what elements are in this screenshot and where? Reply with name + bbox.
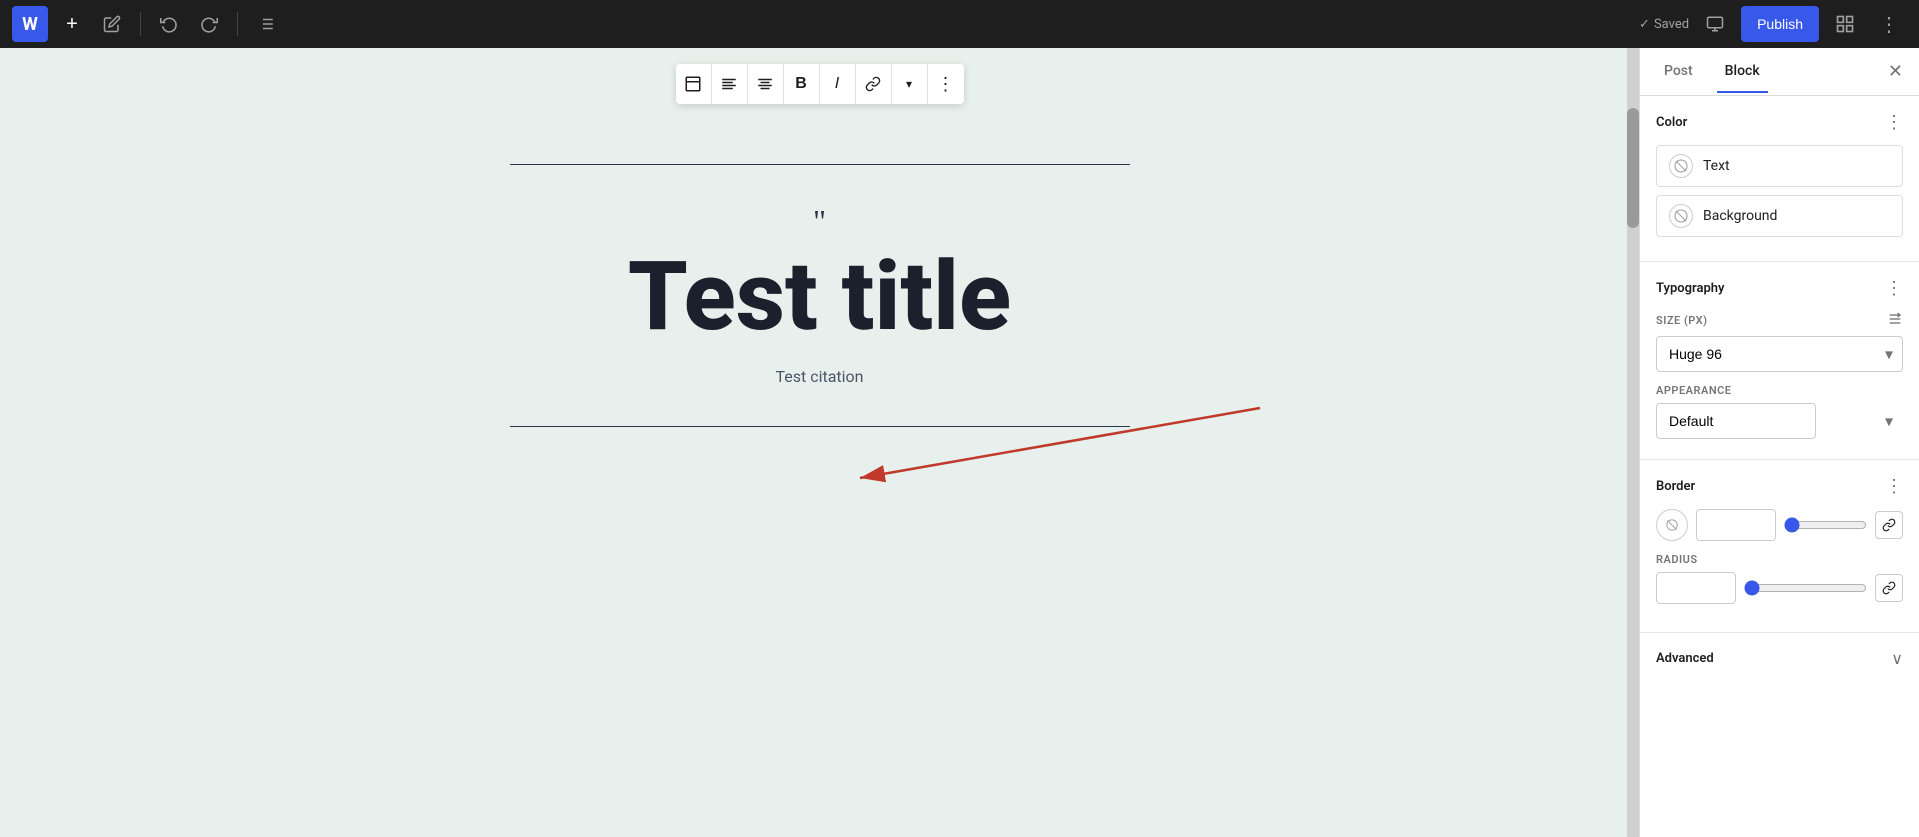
list-view-button[interactable] <box>250 8 282 40</box>
text-color-option[interactable]: Text <box>1656 145 1903 187</box>
color-section-title: Color <box>1656 115 1687 130</box>
view-button[interactable] <box>1697 6 1733 42</box>
publish-button[interactable]: Publish <box>1741 6 1819 42</box>
bold-button[interactable]: B <box>784 64 820 104</box>
sidebar: Post Block ✕ Color ⋮ Text Backg <box>1639 48 1919 837</box>
border-radius-link-button[interactable] <box>1875 574 1903 602</box>
text-color-circle <box>1669 154 1693 178</box>
bottom-separator <box>510 426 1130 427</box>
saved-text: Saved <box>1654 17 1689 32</box>
color-section-menu-button[interactable]: ⋮ <box>1885 112 1903 133</box>
color-section: Color ⋮ Text Background <box>1640 96 1919 262</box>
background-color-circle <box>1669 204 1693 228</box>
editor-scrollbar[interactable] <box>1627 48 1639 837</box>
appearance-select[interactable]: Default Thin Light Regular Medium Bold B… <box>1656 403 1816 439</box>
editor-area: B I ▾ ⋮ " Test title Test citation <box>0 48 1639 837</box>
align-wrap-button[interactable] <box>676 64 712 104</box>
border-width-input[interactable] <box>1697 518 1776 533</box>
test-citation[interactable]: Test citation <box>775 367 863 386</box>
appearance-select-arrow-icon: ▾ <box>1885 412 1893 431</box>
typography-section-title: Typography <box>1656 281 1725 296</box>
border-radius-slider-wrapper <box>1744 580 1867 596</box>
radius-label-text: RADIUS <box>1656 553 1698 566</box>
border-radius-input-wrapper: px <box>1656 572 1736 604</box>
sidebar-close-button[interactable]: ✕ <box>1888 61 1903 82</box>
background-color-option[interactable]: Background <box>1656 195 1903 237</box>
redo-button[interactable] <box>193 8 225 40</box>
edit-button[interactable] <box>96 8 128 40</box>
divider-2 <box>237 12 238 36</box>
quote-mark: " <box>813 205 826 237</box>
size-field-label: SIZE (PX) <box>1656 311 1903 330</box>
border-width-row: px <box>1656 509 1903 541</box>
link-button[interactable] <box>856 64 892 104</box>
topbar: W + ✓ Saved Publish ⋮ <box>0 0 1919 48</box>
more-dropdown-button[interactable]: ▾ <box>892 64 928 104</box>
settings-button[interactable] <box>1827 6 1863 42</box>
more-options-toolbar-button[interactable]: ⋮ <box>928 64 964 104</box>
typography-section-menu-button[interactable]: ⋮ <box>1885 278 1903 299</box>
divider-1 <box>140 12 141 36</box>
appearance-field-label: APPEARANCE <box>1656 384 1903 397</box>
background-color-label: Background <box>1703 208 1777 224</box>
border-section-header: Border ⋮ <box>1656 476 1903 497</box>
border-link-button[interactable] <box>1875 511 1903 539</box>
border-section-menu-button[interactable]: ⋮ <box>1885 476 1903 497</box>
advanced-header[interactable]: Advanced ∨ <box>1656 649 1903 668</box>
undo-button[interactable] <box>153 8 185 40</box>
appearance-select-wrapper: Default Thin Light Regular Medium Bold B… <box>1656 403 1903 439</box>
test-title[interactable]: Test title <box>628 245 1011 351</box>
advanced-chevron-icon: ∨ <box>1891 649 1903 668</box>
border-color-button[interactable] <box>1656 509 1688 541</box>
advanced-title: Advanced <box>1656 651 1714 666</box>
align-center-button[interactable] <box>748 64 784 104</box>
border-section: Border ⋮ px RA <box>1640 460 1919 633</box>
editor-content: " Test title Test citation <box>460 128 1180 463</box>
top-separator <box>510 164 1130 165</box>
border-radius-row: px <box>1656 572 1903 604</box>
add-block-button[interactable]: + <box>56 8 88 40</box>
color-section-header: Color ⋮ <box>1656 112 1903 133</box>
radius-field-label: RADIUS <box>1656 553 1903 566</box>
main-layout: B I ▾ ⋮ " Test title Test citation <box>0 48 1919 837</box>
border-section-title: Border <box>1656 479 1695 494</box>
size-filter-icon[interactable] <box>1887 311 1903 330</box>
size-label-text: SIZE (PX) <box>1656 314 1707 327</box>
advanced-section: Advanced ∨ <box>1640 633 1919 684</box>
border-width-input-wrapper: px <box>1696 509 1776 541</box>
typography-section-header: Typography ⋮ <box>1656 278 1903 299</box>
size-select[interactable]: Huge 96 Small Medium Large Custom <box>1656 336 1903 372</box>
border-width-slider-wrapper <box>1784 517 1867 533</box>
scrollbar-thumb[interactable] <box>1627 108 1639 228</box>
tab-post[interactable]: Post <box>1656 51 1701 93</box>
check-icon: ✓ <box>1639 17 1650 32</box>
text-color-label: Text <box>1703 158 1730 174</box>
block-toolbar: B I ▾ ⋮ <box>676 64 964 104</box>
border-radius-input[interactable] <box>1657 581 1736 596</box>
typography-section: Typography ⋮ SIZE (PX) Huge 96 Small Med… <box>1640 262 1919 460</box>
border-width-slider[interactable] <box>1784 517 1867 533</box>
italic-button[interactable]: I <box>820 64 856 104</box>
size-select-wrapper: Huge 96 Small Medium Large Custom ▾ <box>1656 336 1903 372</box>
sidebar-tabs: Post Block ✕ <box>1640 48 1919 96</box>
align-left-button[interactable] <box>712 64 748 104</box>
wp-logo[interactable]: W <box>12 6 48 42</box>
tab-block[interactable]: Block <box>1717 51 1768 93</box>
border-radius-slider[interactable] <box>1744 580 1867 596</box>
saved-status: ✓ Saved <box>1639 17 1689 32</box>
more-options-button[interactable]: ⋮ <box>1871 6 1907 42</box>
